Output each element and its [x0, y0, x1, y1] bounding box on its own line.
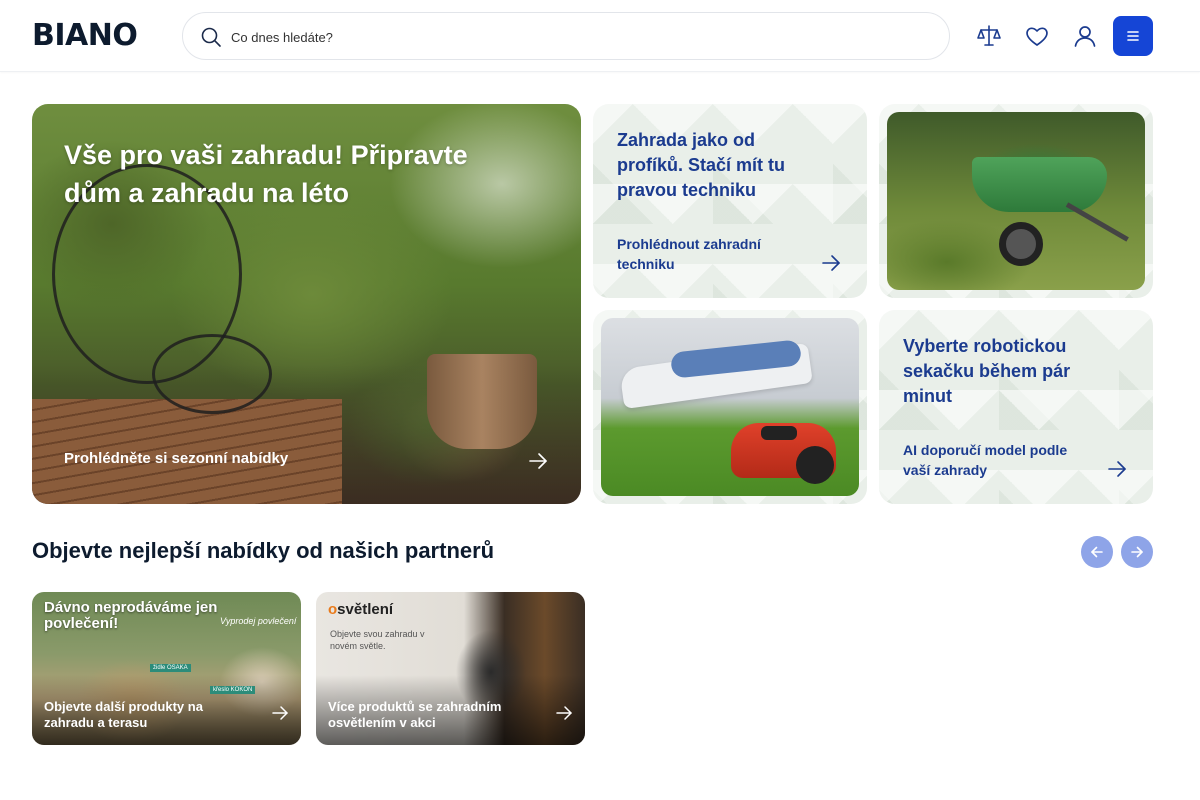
compare-icon[interactable]	[975, 22, 1003, 50]
heart-icon[interactable]	[1023, 22, 1051, 50]
partner-card-tag: židle OSAKA	[150, 664, 191, 672]
robot-mower-title: Vyberte robotickou sekačku během pár min…	[903, 336, 1071, 406]
partner-card[interactable]: Dávno neprodáváme jen povlečení! Vyprode…	[32, 592, 301, 745]
robot-mower-image	[601, 318, 859, 496]
osvetleni-logo: osvětlení	[328, 601, 394, 618]
wheelbarrow-image	[887, 112, 1145, 290]
arrow-right-icon[interactable]	[271, 704, 289, 727]
arrow-right-icon[interactable]	[527, 450, 549, 477]
hero-title: Vše pro vaši zahradu! Připravte dům a za…	[64, 140, 468, 208]
menu-button[interactable]	[1113, 16, 1153, 56]
arrow-right-icon[interactable]	[820, 252, 842, 279]
garden-tech-title: Zahrada jako od profíků. Stačí mít tu pr…	[617, 130, 786, 200]
partner-card-tag: křeslo KOKON	[210, 686, 256, 694]
garden-tech-tile[interactable]: Zahrada jako od profíků. Stačí mít tu pr…	[593, 104, 867, 298]
arrow-right-icon	[1131, 546, 1143, 558]
partners-section-title: Objevte nejlepší nabídky od našich partn…	[32, 538, 495, 563]
robot-mower-tile[interactable]: Vyberte robotickou sekačku během pár min…	[879, 310, 1153, 504]
mower-photo-tile[interactable]	[593, 310, 867, 504]
search-input[interactable]	[231, 25, 911, 49]
partner-card-label: Objevte další produkty na zahradu a tera…	[44, 699, 203, 730]
search-icon[interactable]	[199, 25, 223, 49]
carousel-prev-button[interactable]	[1081, 536, 1113, 568]
wheelbarrow-tile[interactable]	[879, 104, 1153, 298]
arrow-right-icon[interactable]	[555, 704, 573, 727]
biano-logo[interactable]: BIANO	[32, 20, 138, 52]
carousel-next-button[interactable]	[1121, 536, 1153, 568]
garden-tech-link[interactable]: Prohlédnout zahradní techniku	[617, 234, 787, 274]
top-header: BIANO	[0, 0, 1200, 72]
hero-link[interactable]: Prohlédněte si sezonní nabídky	[64, 450, 288, 467]
menu-icon	[1127, 31, 1139, 41]
robot-mower-link[interactable]: AI doporučí model podle vaší zahrady	[903, 440, 1093, 480]
hero-banner[interactable]: Vše pro vaši zahradu! Připravte dům a za…	[32, 104, 581, 504]
partner-card-script: Vyprodej povlečení	[220, 616, 297, 626]
partner-card-headline: Dávno neprodáváme jen povlečení!	[44, 599, 218, 632]
search-bar[interactable]	[182, 12, 950, 60]
user-icon[interactable]	[1071, 22, 1099, 50]
arrow-right-icon[interactable]	[1106, 458, 1128, 485]
partner-card[interactable]: osvětlení Objevte svou zahradu v novém s…	[316, 592, 585, 745]
hero-chair-seat-image	[152, 334, 272, 414]
partner-card-subtitle: Objevte svou zahradu v novém světle.	[330, 629, 425, 651]
partner-card-label: Více produktů se zahradním osvětlením v …	[328, 699, 502, 730]
arrow-left-icon	[1091, 546, 1103, 558]
hero-pot-image	[427, 354, 537, 449]
